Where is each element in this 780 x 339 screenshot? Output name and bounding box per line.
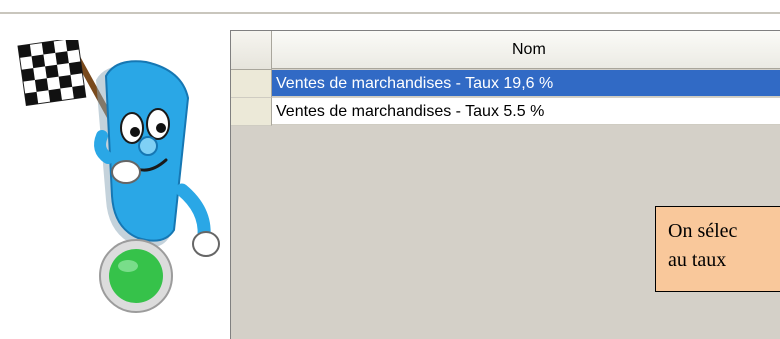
row-selector[interactable] [231, 98, 272, 126]
column-header-nom[interactable]: Nom [272, 31, 780, 69]
row-cell-nom[interactable]: Ventes de marchandises - Taux 19,6 % [272, 70, 780, 97]
accounts-grid: Nom Ventes de marchandises - Taux 19,6 %… [230, 30, 780, 339]
grid-corner-cell[interactable] [231, 31, 272, 70]
callout-line-1: On sélec [668, 220, 738, 242]
tutorial-callout: On sélec au taux [655, 206, 780, 292]
callout-line-2: au taux [668, 249, 727, 271]
mascot-with-checkered-flag-icon [17, 40, 220, 313]
top-divider [0, 12, 780, 14]
row-selector[interactable] [231, 70, 272, 98]
grid-header: Nom [231, 31, 780, 70]
row-cell-nom[interactable]: Ventes de marchandises - Taux 5.5 % [272, 98, 780, 125]
table-row[interactable]: Ventes de marchandises - Taux 19,6 % [231, 70, 780, 98]
table-row[interactable]: Ventes de marchandises - Taux 5.5 % [231, 98, 780, 126]
